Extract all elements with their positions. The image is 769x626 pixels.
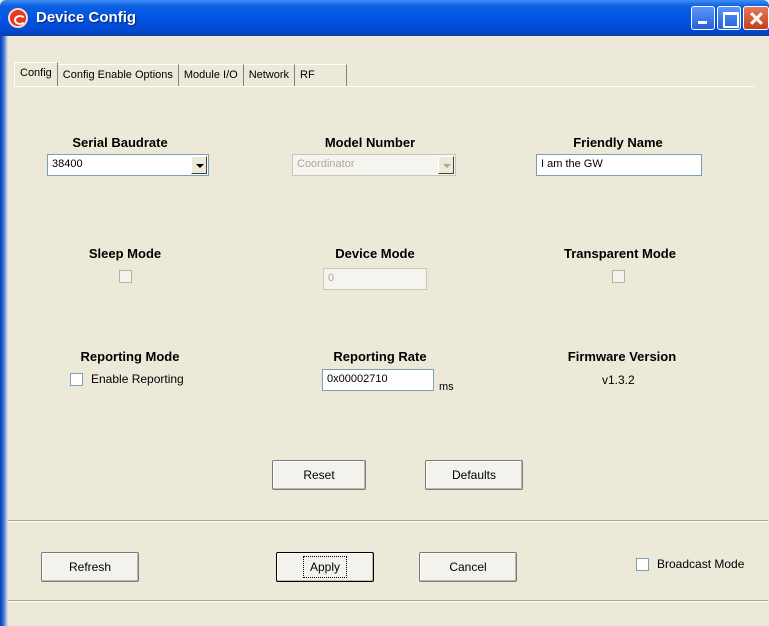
cancel-button[interactable]: Cancel	[419, 552, 517, 582]
tab-module-io[interactable]: Module I/O	[178, 64, 244, 86]
tab-rf[interactable]: RF	[295, 64, 348, 86]
device-config-window: Device Config Config Config Enable Optio…	[0, 0, 769, 626]
status-separator-highlight	[8, 601, 768, 602]
enable-reporting-checkbox[interactable]	[70, 373, 83, 386]
minimize-button[interactable]	[691, 6, 715, 30]
apply-button[interactable]: Apply	[276, 552, 374, 582]
firmware-version-label: Firmware Version	[567, 349, 677, 364]
tab-divider	[14, 86, 754, 87]
sleep-mode-label: Sleep Mode	[88, 246, 162, 261]
chevron-down-icon[interactable]	[191, 156, 207, 174]
model-number-label: Model Number	[324, 135, 416, 150]
defaults-button[interactable]: Defaults	[425, 460, 523, 490]
tab-config[interactable]: Config	[14, 62, 58, 87]
window-title: Device Config	[36, 9, 137, 26]
enable-reporting-label: Enable Reporting	[91, 372, 184, 386]
chevron-down-icon	[438, 156, 454, 174]
friendly-name-label: Friendly Name	[573, 135, 663, 150]
serial-baudrate-value: 38400	[52, 158, 83, 170]
tab-strip: Config Config Enable Options Module I/O …	[14, 62, 348, 87]
maximize-button[interactable]	[717, 6, 741, 30]
reporting-rate-input[interactable]: 0x00002710	[322, 369, 434, 391]
title-bar[interactable]: Device Config	[0, 0, 769, 36]
apply-button-label: Apply	[302, 556, 348, 578]
transparent-mode-label: Transparent Mode	[564, 246, 676, 261]
footer-separator-highlight	[8, 521, 768, 522]
tab-network[interactable]: Network	[243, 64, 296, 86]
reporting-rate-unit: ms	[439, 381, 454, 393]
broadcast-mode-label: Broadcast Mode	[657, 557, 745, 571]
reporting-mode-label: Reporting Mode	[80, 349, 180, 364]
device-mode-field: 0	[323, 268, 427, 290]
serial-baudrate-select[interactable]: 38400	[47, 154, 209, 176]
model-number-select: Coordinator	[292, 154, 456, 176]
tab-config-enable-options[interactable]: Config Enable Options	[57, 64, 179, 86]
sleep-mode-checkbox	[119, 270, 132, 283]
serial-baudrate-label: Serial Baudrate	[72, 135, 168, 150]
broadcast-mode-checkbox[interactable]	[636, 558, 649, 571]
reset-button[interactable]: Reset	[272, 460, 366, 490]
transparent-mode-checkbox	[612, 270, 625, 283]
close-button[interactable]	[743, 6, 769, 30]
model-number-value: Coordinator	[297, 158, 355, 170]
device-mode-label: Device Mode	[335, 246, 415, 261]
refresh-button[interactable]: Refresh	[41, 552, 139, 582]
app-icon	[8, 8, 28, 28]
window-border	[0, 36, 8, 626]
friendly-name-input[interactable]: I am the GW	[536, 154, 702, 176]
reporting-rate-label: Reporting Rate	[333, 349, 427, 364]
firmware-version-value: v1.3.2	[602, 373, 635, 387]
